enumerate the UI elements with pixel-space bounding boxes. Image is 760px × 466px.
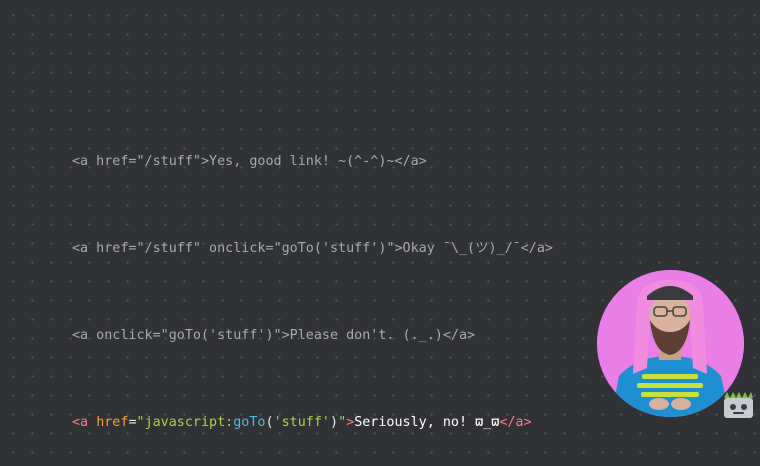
code-line-javascript-href: <a href="javascript:goTo('stuff')">Serio… <box>72 408 553 437</box>
devtools-robot-logo-icon <box>722 388 754 420</box>
robot-logo-graphic <box>724 392 753 418</box>
code-line-good-link: <a href="/stuff">Yes, good link! ~(^-^)~… <box>72 154 427 169</box>
code-line-onclick-only: <a onclick="goTo('stuff')">Please don't.… <box>72 328 476 343</box>
code-block: <a href="/stuff">Yes, good link! ~(^-^)~… <box>72 89 553 466</box>
code-line-onclick-href: <a href="/stuff" onclick="goTo('stuff')"… <box>72 241 553 256</box>
